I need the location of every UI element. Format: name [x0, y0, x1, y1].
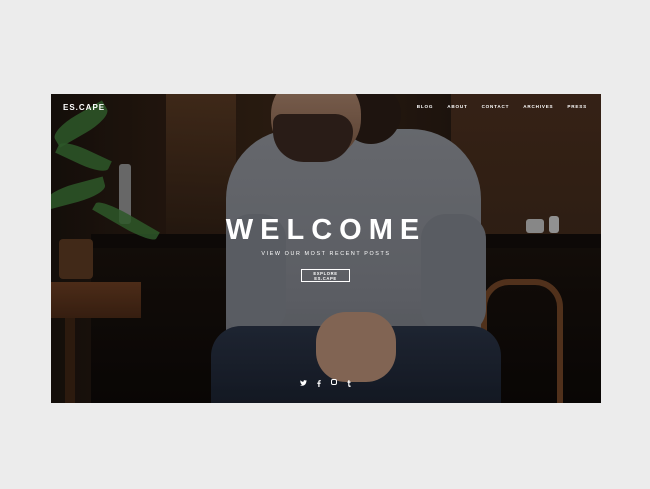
explore-button[interactable]: EXPLORE ES.CAPE — [301, 269, 350, 282]
hero-frame: ES.CAPE BLOG ABOUT CONTACT ARCHIVES PRES… — [51, 94, 601, 403]
tumblr-icon[interactable] — [345, 379, 353, 387]
main-nav: BLOG ABOUT CONTACT ARCHIVES PRESS — [417, 104, 587, 109]
twitter-icon[interactable] — [299, 379, 307, 387]
social-links — [51, 379, 601, 387]
nav-archives[interactable]: ARCHIVES — [523, 104, 553, 109]
nav-about[interactable]: ABOUT — [447, 104, 467, 109]
hero-subtitle: VIEW OUR MOST RECENT POSTS — [261, 251, 391, 257]
nav-contact[interactable]: CONTACT — [482, 104, 510, 109]
nav-press[interactable]: PRESS — [567, 104, 587, 109]
image-overlay — [51, 94, 601, 403]
facebook-icon[interactable] — [315, 379, 323, 387]
hero-title: WELCOME — [225, 214, 427, 246]
nav-blog[interactable]: BLOG — [417, 104, 433, 109]
instagram-icon[interactable] — [331, 379, 337, 385]
site-logo[interactable]: ES.CAPE — [63, 103, 105, 112]
